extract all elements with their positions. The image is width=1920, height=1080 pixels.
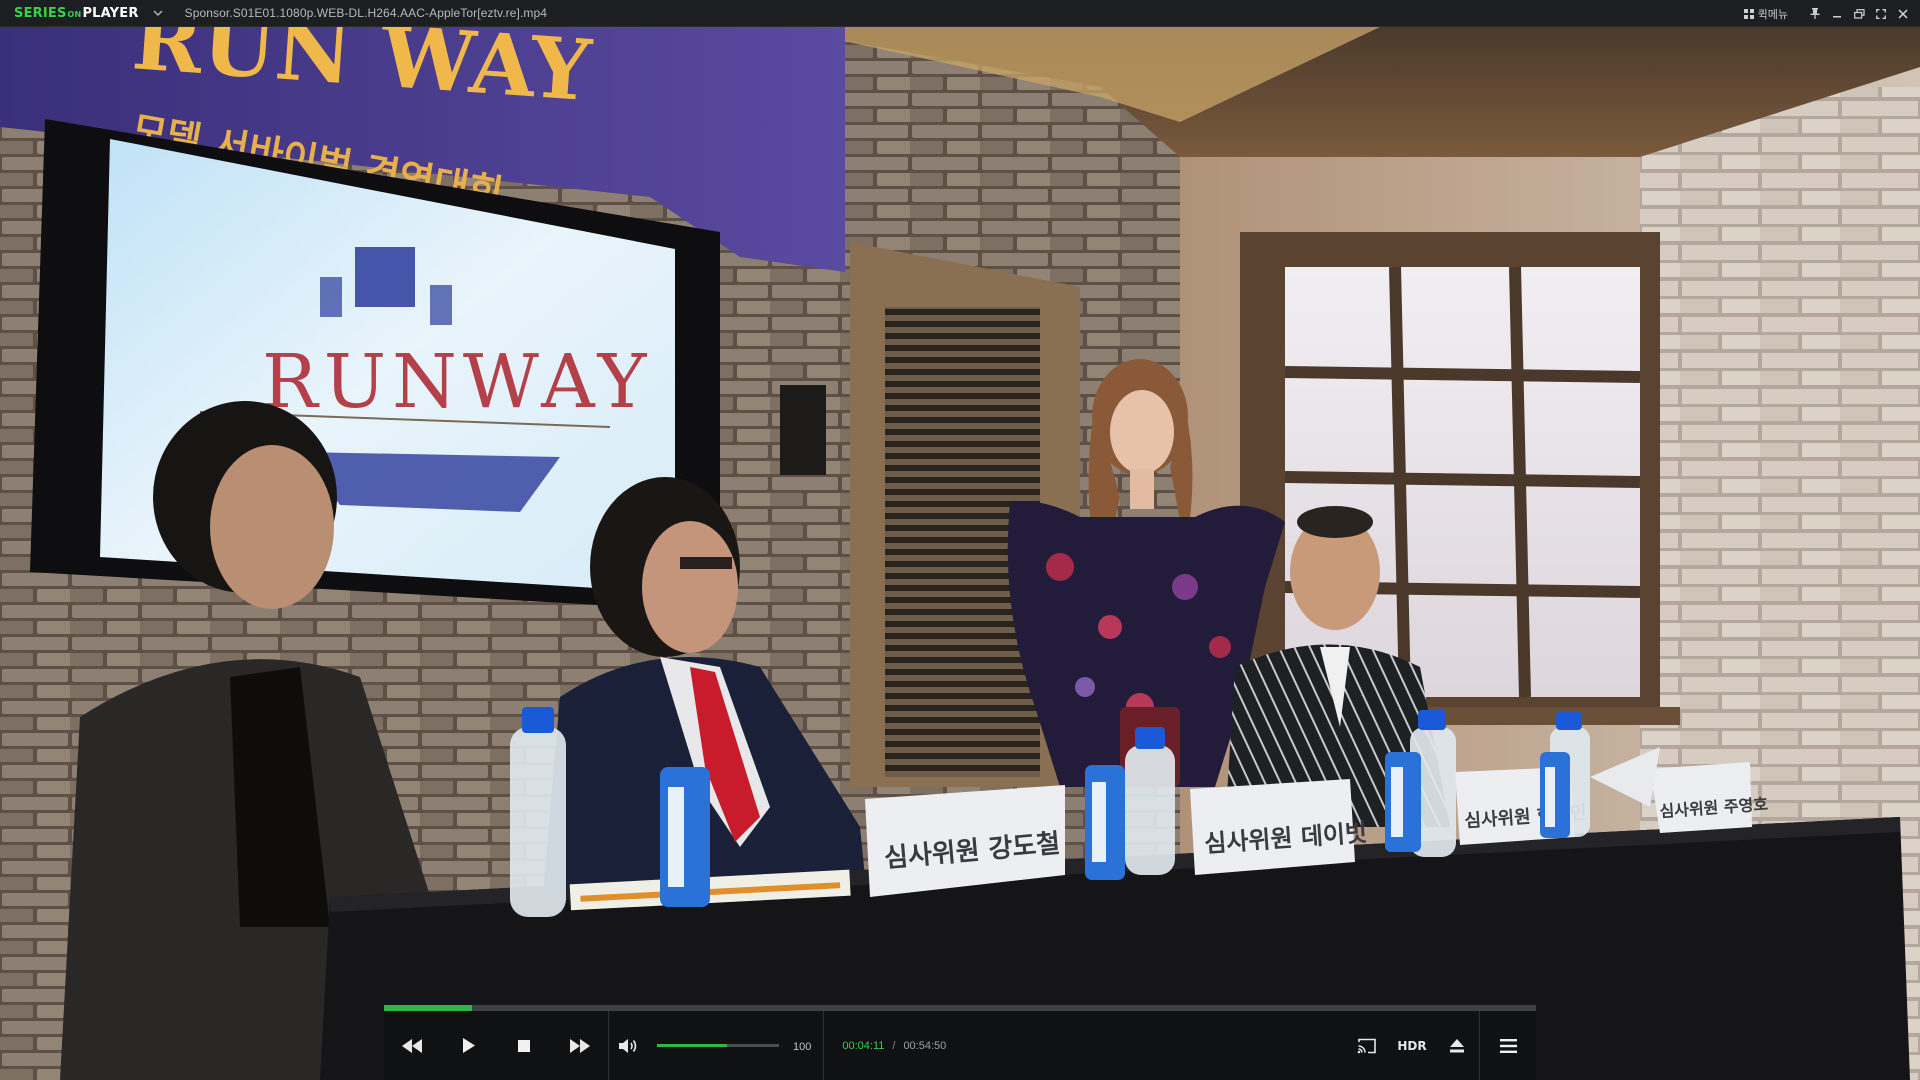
- menu-button[interactable]: [1480, 1011, 1536, 1080]
- fullscreen-icon: [1876, 8, 1886, 19]
- eject-button[interactable]: [1435, 1011, 1479, 1080]
- total-time: 00:54:50: [903, 1039, 947, 1052]
- time-display: 00:04:11 / 00:54:50: [842, 1040, 946, 1052]
- divider: [823, 1011, 825, 1080]
- name-card-2: 심사위원 데이빗: [1190, 779, 1368, 875]
- quick-menu-label: 퀵메뉴: [1757, 8, 1788, 21]
- rewind-button[interactable]: [384, 1011, 440, 1080]
- svg-text:RUNWAY: RUNWAY: [262, 339, 653, 425]
- menu-icon: [1499, 1038, 1517, 1053]
- video-frame[interactable]: RUN WAY 모델 서바이벌 경연대회 RUNWAY 심사위원 강도철 심사위…: [0, 27, 1920, 1080]
- player-control-bar: 100 00:04:11 / 00:54:50 HDR: [384, 1005, 1536, 1080]
- video-scene: RUN WAY 모델 서바이벌 경연대회 RUNWAY 심사위원 강도철 심사위…: [0, 27, 1920, 1080]
- fullscreen-button[interactable]: [1870, 0, 1892, 27]
- title-bar: SERIESONPLAYER Sponsor.S01E01.1080p.WEB-…: [0, 0, 1920, 27]
- stop-button[interactable]: [496, 1011, 552, 1080]
- quick-menu-button[interactable]: 퀵메뉴: [1743, 6, 1788, 22]
- volume-icon: [619, 1038, 637, 1053]
- mute-button[interactable]: [609, 1011, 649, 1080]
- volume-slider[interactable]: [657, 1044, 779, 1047]
- grid-icon: [1743, 8, 1754, 19]
- restore-button[interactable]: [1848, 0, 1870, 27]
- window-title: Sponsor.S01E01.1080p.WEB-DL.H264.AAC-App…: [184, 6, 548, 20]
- pin-icon: [1810, 8, 1820, 19]
- time-separator: /: [892, 1039, 896, 1052]
- cast-icon: [1357, 1038, 1376, 1053]
- restore-icon: [1853, 8, 1865, 19]
- hdr-toggle[interactable]: HDR: [1389, 1039, 1435, 1053]
- minimize-icon: [1833, 15, 1841, 17]
- fast-forward-button[interactable]: [552, 1011, 608, 1080]
- volume-slider-fill: [657, 1044, 727, 1047]
- close-button[interactable]: [1892, 0, 1914, 27]
- current-time: 00:04:11: [842, 1039, 885, 1052]
- minimize-button[interactable]: [1826, 0, 1848, 27]
- volume-value: 100: [793, 1041, 812, 1053]
- pin-button[interactable]: [1804, 0, 1826, 27]
- app-logo: SERIESONPLAYER: [14, 5, 139, 21]
- rewind-icon: [402, 1038, 422, 1053]
- play-icon: [462, 1038, 475, 1053]
- fast-forward-icon: [570, 1038, 590, 1053]
- play-button[interactable]: [440, 1011, 496, 1080]
- chevron-down-icon: [153, 10, 163, 16]
- cast-button[interactable]: [1345, 1011, 1389, 1080]
- close-icon: [1898, 8, 1908, 19]
- eject-icon: [1450, 1038, 1464, 1052]
- stop-icon: [518, 1039, 530, 1052]
- app-logo-menu[interactable]: SERIESONPLAYER: [0, 0, 165, 27]
